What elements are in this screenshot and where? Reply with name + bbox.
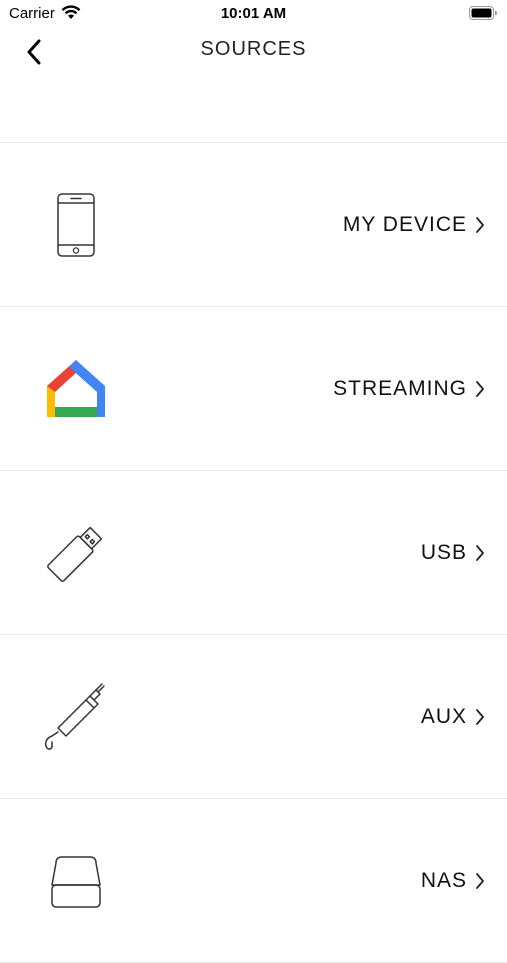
battery-icon xyxy=(469,6,498,25)
source-row-aux[interactable]: AUX xyxy=(0,635,507,799)
status-bar: Carrier 10:01 AM xyxy=(0,0,507,30)
chevron-right-icon xyxy=(476,708,484,725)
source-label: NAS xyxy=(420,868,467,892)
hard-drive-icon xyxy=(38,843,114,919)
page-title: SOURCES xyxy=(200,38,307,60)
chevron-right-icon xyxy=(476,872,484,889)
source-list: MY DEVICE STREAMING USB AUX NAS xyxy=(0,142,507,963)
source-label: MY DEVICE xyxy=(342,212,467,236)
source-label: AUX xyxy=(420,704,467,728)
status-time: 10:01 AM xyxy=(220,5,287,22)
chevron-right-icon xyxy=(476,380,484,397)
chevron-right-icon xyxy=(476,544,484,561)
nav-bar: SOURCES xyxy=(0,30,507,74)
source-label: STREAMING xyxy=(333,376,467,400)
source-row-streaming[interactable]: STREAMING xyxy=(0,307,507,471)
source-row-usb[interactable]: USB xyxy=(0,471,507,635)
aux-cable-icon xyxy=(38,679,114,755)
source-row-nas[interactable]: NAS xyxy=(0,799,507,963)
source-row-my-device[interactable]: MY DEVICE xyxy=(0,143,507,307)
source-label: USB xyxy=(420,540,467,564)
chevron-right-icon xyxy=(476,216,484,233)
usb-drive-icon xyxy=(38,515,114,591)
google-home-icon xyxy=(38,351,114,427)
phone-icon xyxy=(38,187,114,263)
